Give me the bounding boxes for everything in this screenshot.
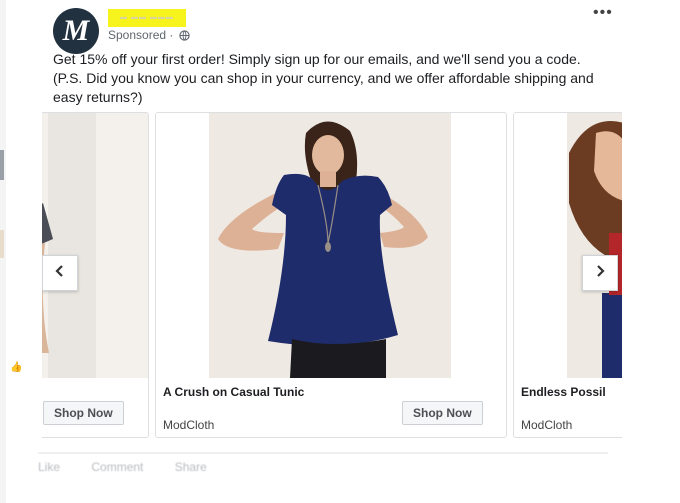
left-edge-strip [0,0,6,503]
divider [38,452,608,454]
carousel-prev-button[interactable] [42,255,78,291]
sponsored-text: Sponsored · [108,28,174,42]
like-icon: 👍 [10,362,23,373]
chevron-right-icon [593,264,607,283]
card-brand: ModCloth [521,418,573,432]
post-text: Get 15% off your first order! Simply sig… [53,51,594,105]
shop-now-button[interactable]: Shop Now [402,401,483,425]
card-headline[interactable]: Endless Possil [521,385,606,399]
carousel-next-button[interactable] [582,255,618,291]
edge-mark [0,150,4,180]
sponsored-label: Sponsored · [108,28,190,44]
card-headline[interactable]: A Crush on Casual Tunic [163,385,304,399]
like-button[interactable]: Like [38,460,60,474]
product-image [156,113,506,378]
page-name-redacted[interactable]: ▬ ▬▬ ▬▬▬ [108,9,186,27]
chevron-left-icon [53,264,67,283]
page-avatar[interactable]: M [53,8,99,54]
card-brand: ModCloth [163,418,215,432]
more-options-icon[interactable]: ••• [593,4,613,22]
product-image [514,113,622,378]
share-button[interactable]: Share [175,460,207,474]
carousel-card[interactable]: A Crush on Casual Tunic ModCloth Shop No… [155,112,507,438]
product-image [42,113,148,378]
shop-now-button[interactable]: Shop Now [43,401,124,425]
comment-button[interactable]: Comment [91,460,143,474]
globe-icon [179,30,190,44]
carousel[interactable]: Shop Now A Crush on Casual Tunic ModClot… [42,112,622,438]
edge-mark [0,230,4,258]
post-actions: Like Comment Share [38,460,235,474]
